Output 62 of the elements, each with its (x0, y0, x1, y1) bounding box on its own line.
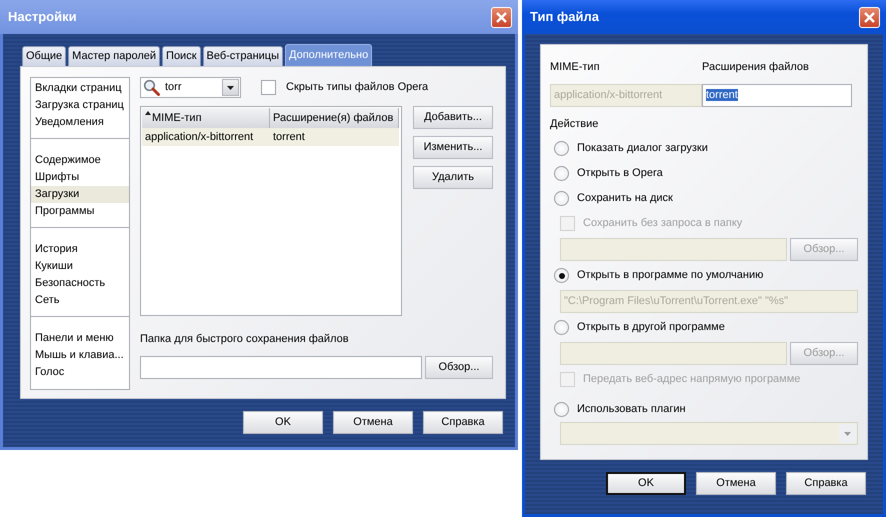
sort-arrow-icon (145, 111, 151, 115)
radio-button[interactable] (554, 320, 569, 335)
search-icon (143, 79, 160, 96)
sidebar-item[interactable]: Голос (31, 364, 129, 381)
radio-label: Сохранить на диск (577, 191, 673, 206)
radio-button[interactable] (554, 191, 569, 206)
sidebar-item[interactable]: Загрузка страниц (31, 97, 129, 114)
folder-label: Папка для быстрого сохранения файлов (140, 332, 350, 347)
sidebar-item[interactable]: Панели и меню (31, 330, 129, 347)
sidebar-item[interactable]: Загрузки (31, 186, 129, 203)
extension-field[interactable]: torrent (702, 84, 852, 106)
dialog-button[interactable]: OK (606, 472, 686, 495)
field-label: MIME-тип (550, 60, 601, 75)
radio-button[interactable] (554, 141, 569, 156)
radio-label: Показать диалог загрузки (577, 141, 708, 156)
radio-button[interactable] (554, 402, 569, 417)
window-title: Тип файла (530, 8, 599, 26)
column-header[interactable]: MIME-тип (142, 108, 270, 128)
checkbox-label: Сохранить без запроса в папку (583, 216, 742, 232)
radio-label: Открыть в другой программе (577, 320, 725, 336)
sidebar-item[interactable]: Программы (31, 203, 129, 220)
action-button[interactable]: Изменить... (413, 136, 493, 159)
radio-label: Открыть в программе по умолчанию (577, 268, 764, 284)
column-header[interactable]: Расширение(я) файлов (270, 108, 399, 128)
browse-button[interactable]: Обзор... (425, 356, 493, 378)
sidebar-item[interactable]: Уведомления (31, 114, 129, 131)
tab[interactable]: Веб-страницы (202, 46, 284, 66)
action-button[interactable]: Удалить (413, 166, 493, 189)
sidebar-item[interactable]: Мышь и клавиа... (31, 347, 129, 364)
dialog-button[interactable]: Справка (786, 472, 866, 495)
tab[interactable]: Поиск (162, 46, 201, 66)
field-label: Расширения файлов (702, 60, 809, 75)
radio-label: Использовать плагин (577, 402, 686, 418)
checkbox[interactable] (261, 80, 276, 95)
checkbox-label: Передать веб-адрес напрямую программе (583, 372, 800, 388)
sidebar-item[interactable]: Кукиши (31, 258, 129, 275)
dialog-button[interactable]: Отмена (696, 472, 776, 495)
close-icon (495, 10, 508, 24)
tab[interactable]: Мастер паролей (68, 46, 160, 66)
sidebar-item[interactable]: История (31, 241, 129, 258)
radio-button[interactable] (554, 166, 569, 181)
sidebar-item[interactable]: Сеть (31, 292, 129, 309)
dialog-button[interactable]: OK (243, 411, 323, 434)
sidebar-item[interactable]: Содержимое (31, 152, 129, 169)
window-title: Настройки (8, 8, 77, 26)
dialog-button[interactable]: Отмена (333, 411, 413, 434)
dialog-button[interactable]: Справка (423, 411, 503, 434)
sidebar-item[interactable]: Шрифты (31, 169, 129, 186)
close-icon (863, 10, 876, 24)
action-button[interactable]: Добавить... (413, 106, 493, 129)
tab[interactable]: Общие (22, 46, 66, 66)
sidebar-item[interactable]: Вкладки страниц (31, 80, 129, 97)
filter-combo[interactable]: torr (140, 77, 241, 98)
close-button[interactable] (491, 6, 512, 28)
folder-field[interactable] (140, 356, 422, 378)
table-row[interactable]: application/x-bittorrent torrent (142, 128, 399, 146)
section-label: Действие (550, 116, 600, 132)
sidebar-item[interactable]: Безопасность (31, 275, 129, 292)
close-button[interactable] (859, 6, 880, 28)
checkbox-label: Скрыть типы файлов Opera (286, 80, 428, 96)
radio-label: Открыть в Opera (577, 166, 663, 182)
radio-button[interactable] (554, 268, 569, 283)
